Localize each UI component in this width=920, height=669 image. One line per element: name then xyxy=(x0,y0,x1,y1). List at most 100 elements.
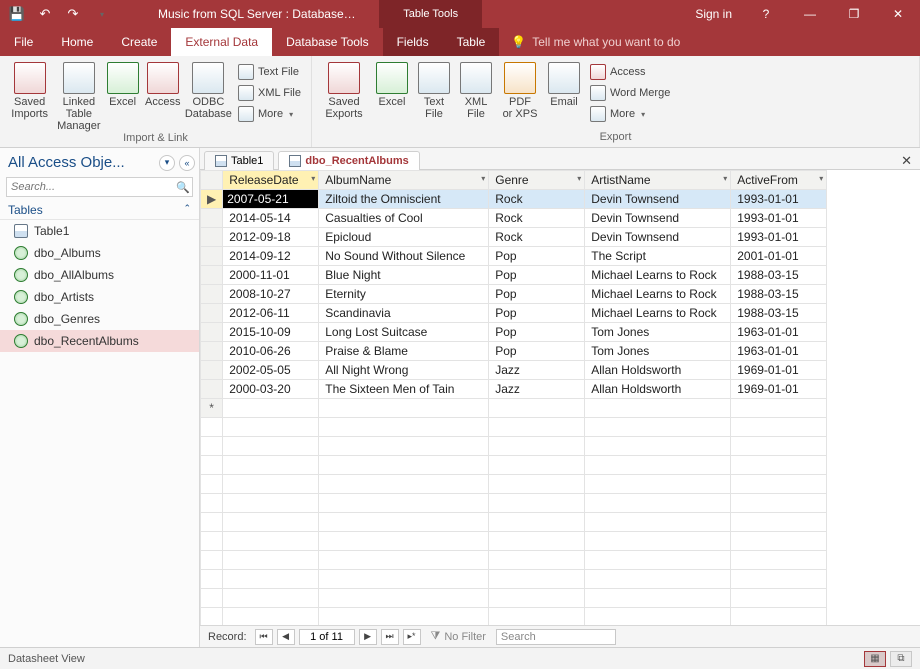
qat-customize[interactable] xyxy=(90,3,112,25)
row-selector[interactable] xyxy=(201,342,223,361)
column-filter-icon[interactable]: ▾ xyxy=(819,174,823,183)
cell-albumname[interactable]: Praise & Blame xyxy=(319,342,489,361)
import-excel-button[interactable]: Excel xyxy=(104,60,140,108)
nav-item-dbo_genres[interactable]: dbo_Genres xyxy=(0,308,199,330)
import-text-file-button[interactable]: Text File xyxy=(234,62,305,82)
table-row[interactable]: 2012-06-11ScandinaviaPopMichael Learns t… xyxy=(201,304,827,323)
row-selector[interactable] xyxy=(201,323,223,342)
cell-releasedate[interactable]: 2014-09-12 xyxy=(223,247,319,266)
cell-releasedate[interactable]: 2010-06-26 xyxy=(223,342,319,361)
import-access-button[interactable]: Access xyxy=(143,60,183,108)
nav-pane-collapse-icon[interactable]: « xyxy=(179,155,195,171)
import-odbc-button[interactable]: ODBC Database xyxy=(185,60,232,120)
cell-empty[interactable] xyxy=(731,399,827,418)
column-header-releasedate[interactable]: ReleaseDate▾ xyxy=(223,171,319,190)
cell-activefrom[interactable]: 1969-01-01 xyxy=(731,380,827,399)
cell-activefrom[interactable]: 1963-01-01 xyxy=(731,342,827,361)
cell-releasedate[interactable]: 2012-09-18 xyxy=(223,228,319,247)
nav-search-input[interactable] xyxy=(7,181,174,193)
nav-pane-menu-icon[interactable]: ▾ xyxy=(159,155,175,171)
table-row[interactable]: 2008-10-27EternityPopMichael Learns to R… xyxy=(201,285,827,304)
table-row[interactable]: 2014-09-12No Sound Without SilencePopThe… xyxy=(201,247,827,266)
cell-genre[interactable]: Pop xyxy=(489,266,585,285)
export-access-button[interactable]: Access xyxy=(586,62,674,82)
nav-item-dbo_albums[interactable]: dbo_Albums xyxy=(0,242,199,264)
export-word-merge-button[interactable]: Word Merge xyxy=(586,83,674,103)
redo-icon[interactable]: ↷ xyxy=(62,3,84,25)
row-selector[interactable] xyxy=(201,266,223,285)
cell-genre[interactable]: Pop xyxy=(489,285,585,304)
cell-genre[interactable]: Rock xyxy=(489,209,585,228)
cell-releasedate[interactable]: 2012-06-11 xyxy=(223,304,319,323)
recnav-filter[interactable]: ⧩No Filter xyxy=(425,630,492,643)
help-icon[interactable]: ? xyxy=(744,0,788,28)
row-selector[interactable]: ▶ xyxy=(201,190,223,209)
cell-albumname[interactable]: Scandinavia xyxy=(319,304,489,323)
export-excel-button[interactable]: Excel xyxy=(372,60,412,108)
export-email-button[interactable]: Email xyxy=(544,60,584,108)
cell-empty[interactable] xyxy=(585,399,731,418)
cell-empty[interactable] xyxy=(223,399,319,418)
cell-releasedate[interactable] xyxy=(223,190,319,209)
recnav-last-icon[interactable]: ⏭ xyxy=(381,629,399,645)
cell-albumname[interactable]: The Sixteen Men of Tain xyxy=(319,380,489,399)
tab-external-data[interactable]: External Data xyxy=(171,28,272,56)
cell-activefrom[interactable]: 1993-01-01 xyxy=(731,209,827,228)
export-xml-file-button[interactable]: XML File xyxy=(456,60,496,120)
column-header-artistname[interactable]: ArtistName▾ xyxy=(585,171,731,190)
cell-artistname[interactable]: Tom Jones xyxy=(585,342,731,361)
row-selector[interactable] xyxy=(201,209,223,228)
table-row[interactable]: 2002-05-05All Night WrongJazzAllan Holds… xyxy=(201,361,827,380)
cell-albumname[interactable]: No Sound Without Silence xyxy=(319,247,489,266)
cell-activefrom[interactable]: 1969-01-01 xyxy=(731,361,827,380)
cell-albumname[interactable]: Epicloud xyxy=(319,228,489,247)
table-row[interactable]: 2010-06-26Praise & BlamePopTom Jones1963… xyxy=(201,342,827,361)
import-xml-file-button[interactable]: XML File xyxy=(234,83,305,103)
cell-activefrom[interactable]: 2001-01-01 xyxy=(731,247,827,266)
close-icon[interactable]: ✕ xyxy=(876,0,920,28)
row-selector[interactable] xyxy=(201,304,223,323)
cell-releasedate[interactable]: 2000-03-20 xyxy=(223,380,319,399)
cell-releasedate[interactable]: 2014-05-14 xyxy=(223,209,319,228)
minimize-icon[interactable]: — xyxy=(788,0,832,28)
column-filter-icon[interactable]: ▾ xyxy=(723,174,727,183)
cell-artistname[interactable]: Devin Townsend xyxy=(585,228,731,247)
recnav-position[interactable] xyxy=(299,629,355,645)
cell-genre[interactable]: Jazz xyxy=(489,361,585,380)
cell-artistname[interactable]: Tom Jones xyxy=(585,323,731,342)
cell-albumname[interactable]: Casualties of Cool xyxy=(319,209,489,228)
row-selector[interactable] xyxy=(201,380,223,399)
column-filter-icon[interactable]: ▾ xyxy=(577,174,581,183)
cell-artistname[interactable]: Allan Holdsworth xyxy=(585,380,731,399)
table-row[interactable]: 2000-11-01Blue NightPopMichael Learns to… xyxy=(201,266,827,285)
cell-releasedate[interactable]: 2008-10-27 xyxy=(223,285,319,304)
cell-activefrom[interactable]: 1993-01-01 xyxy=(731,228,827,247)
cell-artistname[interactable]: Devin Townsend xyxy=(585,209,731,228)
column-header-albumname[interactable]: AlbumName▾ xyxy=(319,171,489,190)
view-datasheet-icon[interactable]: ▦ xyxy=(864,651,886,667)
select-all-corner[interactable] xyxy=(201,171,223,190)
cell-activefrom[interactable]: 1993-01-01 xyxy=(731,190,827,209)
cell-activefrom[interactable]: 1963-01-01 xyxy=(731,323,827,342)
nav-item-dbo_allalbums[interactable]: dbo_AllAlbums xyxy=(0,264,199,286)
sign-in-link[interactable]: Sign in xyxy=(683,7,744,21)
cell-artistname[interactable]: The Script xyxy=(585,247,731,266)
cell-artistname[interactable]: Michael Learns to Rock xyxy=(585,304,731,323)
cell-activefrom[interactable]: 1988-03-15 xyxy=(731,266,827,285)
cell-releasedate[interactable]: 2000-11-01 xyxy=(223,266,319,285)
table-row[interactable]: 2000-03-20The Sixteen Men of TainJazzAll… xyxy=(201,380,827,399)
recnav-first-icon[interactable]: ⏮ xyxy=(255,629,273,645)
nav-item-dbo_recentalbums[interactable]: dbo_RecentAlbums xyxy=(0,330,199,352)
export-more-button[interactable]: More xyxy=(586,104,674,124)
export-pdf-button[interactable]: PDF or XPS xyxy=(498,60,542,120)
save-icon[interactable]: 💾 xyxy=(6,3,28,25)
tab-file[interactable]: File xyxy=(0,28,47,56)
table-row[interactable]: 2012-09-18EpicloudRockDevin Townsend1993… xyxy=(201,228,827,247)
cell-albumname[interactable]: Blue Night xyxy=(319,266,489,285)
cell-genre[interactable]: Pop xyxy=(489,323,585,342)
tab-table[interactable]: Table xyxy=(443,28,500,56)
table-row[interactable]: 2015-10-09Long Lost SuitcasePopTom Jones… xyxy=(201,323,827,342)
column-filter-icon[interactable]: ▾ xyxy=(311,174,315,183)
cell-activefrom[interactable]: 1988-03-15 xyxy=(731,285,827,304)
tab-fields[interactable]: Fields xyxy=(383,28,443,56)
